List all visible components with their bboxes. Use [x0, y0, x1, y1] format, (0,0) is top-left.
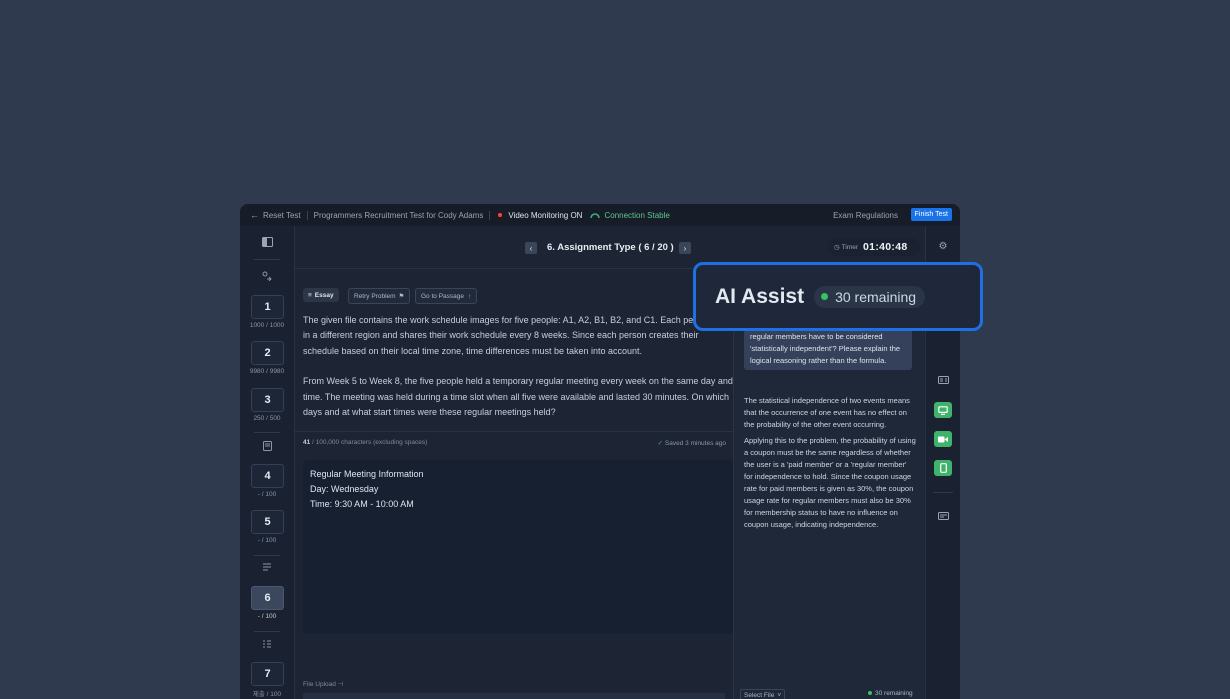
divider: [489, 210, 491, 220]
retry-problem-button[interactable]: Retry Problem ⚑: [348, 288, 411, 304]
timer-label: Timer: [841, 243, 859, 251]
question-5-button[interactable]: 5: [251, 510, 284, 534]
chat-icon[interactable]: [934, 508, 952, 524]
gear-icon[interactable]: ⚙: [934, 238, 952, 254]
ai-response-paragraph: Applying this to the problem, the probab…: [744, 436, 916, 529]
divider: [254, 631, 280, 632]
timer-value: 01:40:48: [863, 241, 908, 253]
ai-assist-popup[interactable]: AI Assist 30 remaining: [693, 262, 983, 331]
problem-paragraph: The given file contains the work schedul…: [303, 315, 732, 356]
question-7-button[interactable]: 7: [251, 662, 284, 686]
list-icon: ≡: [308, 291, 312, 299]
reset-test-link[interactable]: ← Reset Test: [250, 210, 301, 220]
question-6-score: - / 100: [257, 613, 277, 620]
file-upload-text: File Upload: [303, 681, 336, 688]
video-monitoring-label: Video Monitoring ON: [508, 210, 583, 220]
essay-group-icon: [240, 563, 294, 574]
connection-label: Connection Stable: [604, 210, 670, 220]
character-count-row: 41 / 100,000 characters (excluding space…: [303, 439, 726, 447]
next-question-button[interactable]: ›: [679, 242, 691, 254]
user-question-bubble: regular members have to be considered 's…: [744, 329, 912, 370]
retry-problem-label: Retry Problem: [354, 292, 396, 300]
divider: [254, 259, 280, 260]
question-2-button[interactable]: 2: [251, 341, 284, 365]
select-file-label: Select File: [744, 691, 775, 699]
question-navigator: 1 1000 / 1000 2 9980 / 9980 3 250 / 500 …: [240, 226, 295, 699]
remaining-pill: 30 remaining: [814, 285, 926, 308]
ai-response: The statistical independence of two even…: [744, 395, 916, 535]
prev-question-button[interactable]: ‹: [525, 242, 537, 254]
ai-assist-panel: regular members have to be considered 's…: [734, 269, 924, 699]
signal-icon: [590, 213, 601, 219]
question-6-button[interactable]: 6: [251, 586, 284, 610]
essay-tag: ≡ Essay: [303, 288, 339, 302]
question-1-button[interactable]: 1: [251, 295, 284, 319]
question-4-button[interactable]: 4: [251, 464, 284, 488]
checklist-group-icon: [240, 639, 294, 652]
character-count: 41: [303, 439, 311, 446]
mobile-icon[interactable]: [934, 460, 952, 476]
screen-share-icon[interactable]: [934, 402, 952, 418]
question-3-button[interactable]: 3: [251, 388, 284, 412]
finish-test-button[interactable]: Finish Test: [910, 208, 952, 221]
character-limit: / 100,000 characters (excluding spaces): [312, 439, 428, 446]
file-upload-dropzone[interactable]: [303, 693, 725, 699]
question-7-score: 제출 / 100: [252, 691, 282, 698]
divider: [295, 431, 733, 432]
problem-panel: ≡ Essay Retry Problem ⚑ Go to Passage ↑ …: [295, 269, 733, 634]
question-5-score: - / 100: [257, 537, 277, 544]
remaining-count: 30 remaining: [868, 690, 913, 697]
flag-icon: ⚑: [398, 293, 405, 300]
chevron-left-icon: ‹: [529, 243, 533, 253]
answer-line: Day: Wednesday: [310, 484, 379, 494]
file-upload-label: File Upload ⊣: [303, 680, 343, 688]
attachment-icon: ⊣: [337, 681, 344, 688]
arrow-up-icon: ↑: [468, 292, 472, 300]
top-bar: ← Reset Test Programmers Recruitment Tes…: [240, 204, 960, 226]
answer-line: Regular Meeting Information: [310, 469, 424, 479]
divider: [254, 555, 280, 556]
go-to-passage-button[interactable]: Go to Passage ↑: [415, 288, 478, 304]
chevron-down-icon: ˅: [777, 691, 782, 699]
remaining-label: 30 remaining: [875, 690, 913, 697]
answer-textarea[interactable]: Regular Meeting Information Day: Wednesd…: [303, 460, 733, 634]
ai-assist-title: AI Assist: [715, 284, 805, 308]
question-2-score: 9980 / 9980: [249, 368, 285, 375]
reset-test-label: Reset Test: [263, 210, 301, 220]
check-icon: ✓: [657, 440, 663, 447]
sql-group-icon: [240, 441, 294, 454]
divider: [254, 432, 280, 433]
saved-label: Saved 3 minutes ago: [664, 440, 726, 447]
problem-text: The given file contains the work schedul…: [303, 313, 733, 435]
go-to-passage-label: Go to Passage: [421, 292, 464, 300]
divider: [306, 210, 308, 220]
exam-regulations-link[interactable]: Exam Regulations: [833, 204, 898, 226]
problem-paragraph: From Week 5 to Week 8, the five people h…: [303, 376, 733, 418]
question-3-score: 250 / 500: [253, 415, 281, 422]
divider: [933, 492, 953, 493]
status-dot-icon: [821, 293, 829, 300]
remaining-pill-label: 30 remaining: [835, 288, 917, 305]
video-monitoring-status: Video Monitoring ON: [496, 211, 582, 220]
panel-toggle-icon[interactable]: [240, 237, 294, 250]
record-icon: [496, 211, 504, 219]
ai-response-paragraph: The statistical independence of two even…: [744, 396, 910, 429]
question-1-score: 1000 / 1000: [249, 322, 285, 329]
id-card-icon[interactable]: [934, 372, 952, 388]
select-file-dropdown[interactable]: Select File ˅: [740, 689, 786, 699]
status-dot-icon: [868, 691, 872, 695]
arrow-left-icon: ←: [250, 210, 259, 220]
assignment-title: 6. Assignment Type ( 6 / 20 ): [547, 242, 674, 253]
clock-icon: ◷: [834, 244, 840, 251]
test-title: Programmers Recruitment Test for Cody Ad…: [313, 210, 484, 220]
camera-icon[interactable]: [934, 431, 952, 447]
timer: ◷ Timer 01:40:48: [828, 238, 920, 256]
connection-status: Connection Stable: [590, 210, 670, 220]
code-group-icon: [240, 271, 294, 284]
answer-line: Time: 9:30 AM - 10:00 AM: [310, 499, 414, 509]
question-4-score: - / 100: [257, 491, 277, 498]
saved-status: ✓ Saved 3 minutes ago: [657, 439, 726, 447]
essay-tag-label: Essay: [314, 291, 334, 299]
chevron-right-icon: ›: [683, 243, 687, 253]
